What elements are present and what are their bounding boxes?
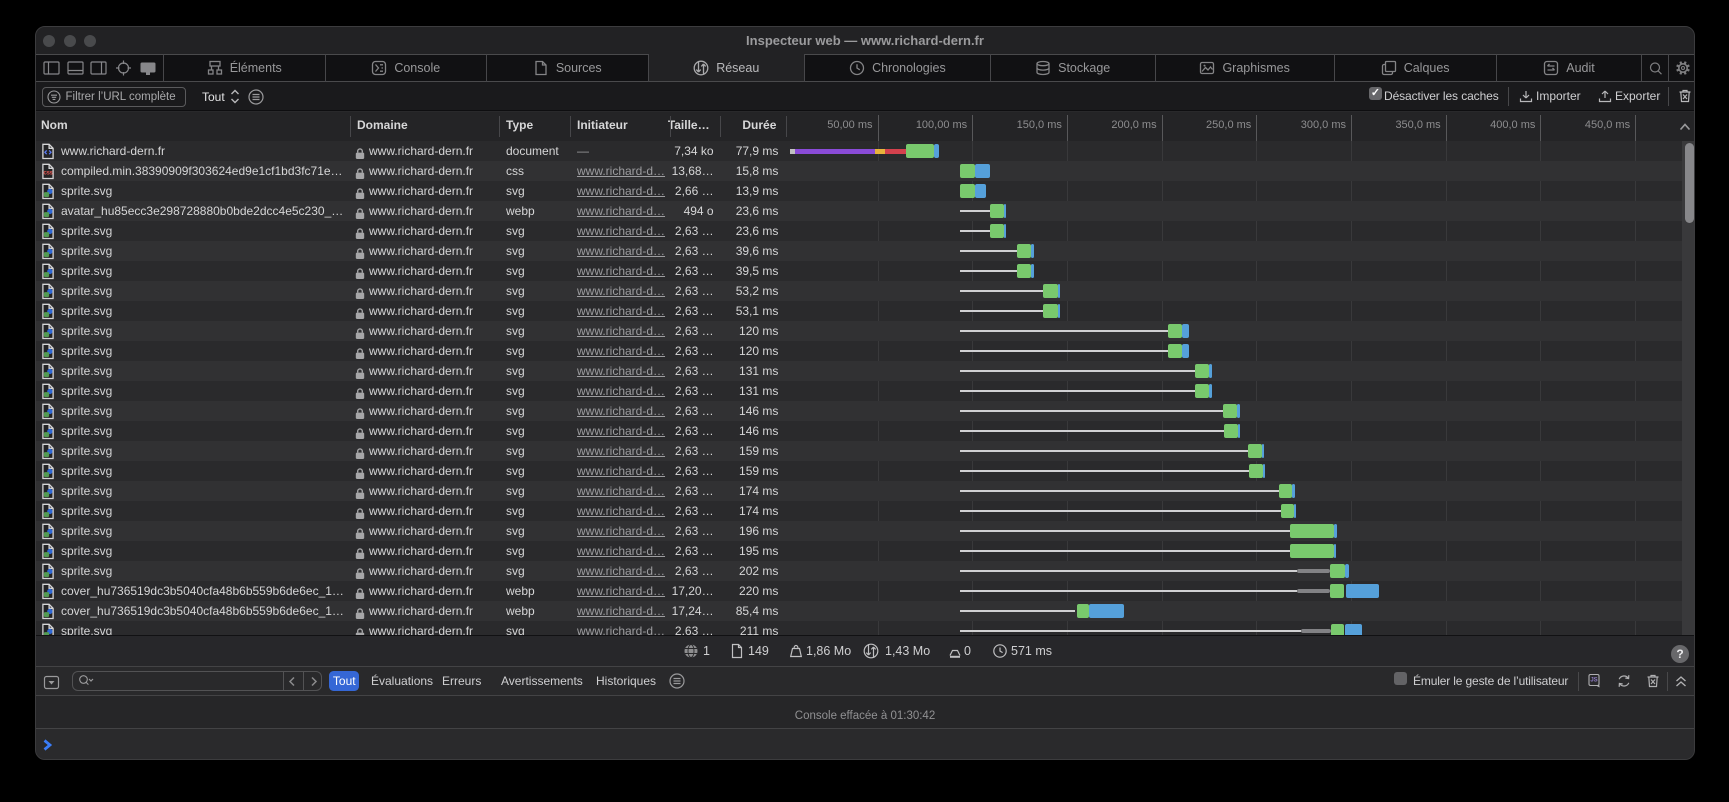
svg-text:JS: JS (1590, 677, 1597, 683)
svg-text:css: css (43, 170, 53, 177)
